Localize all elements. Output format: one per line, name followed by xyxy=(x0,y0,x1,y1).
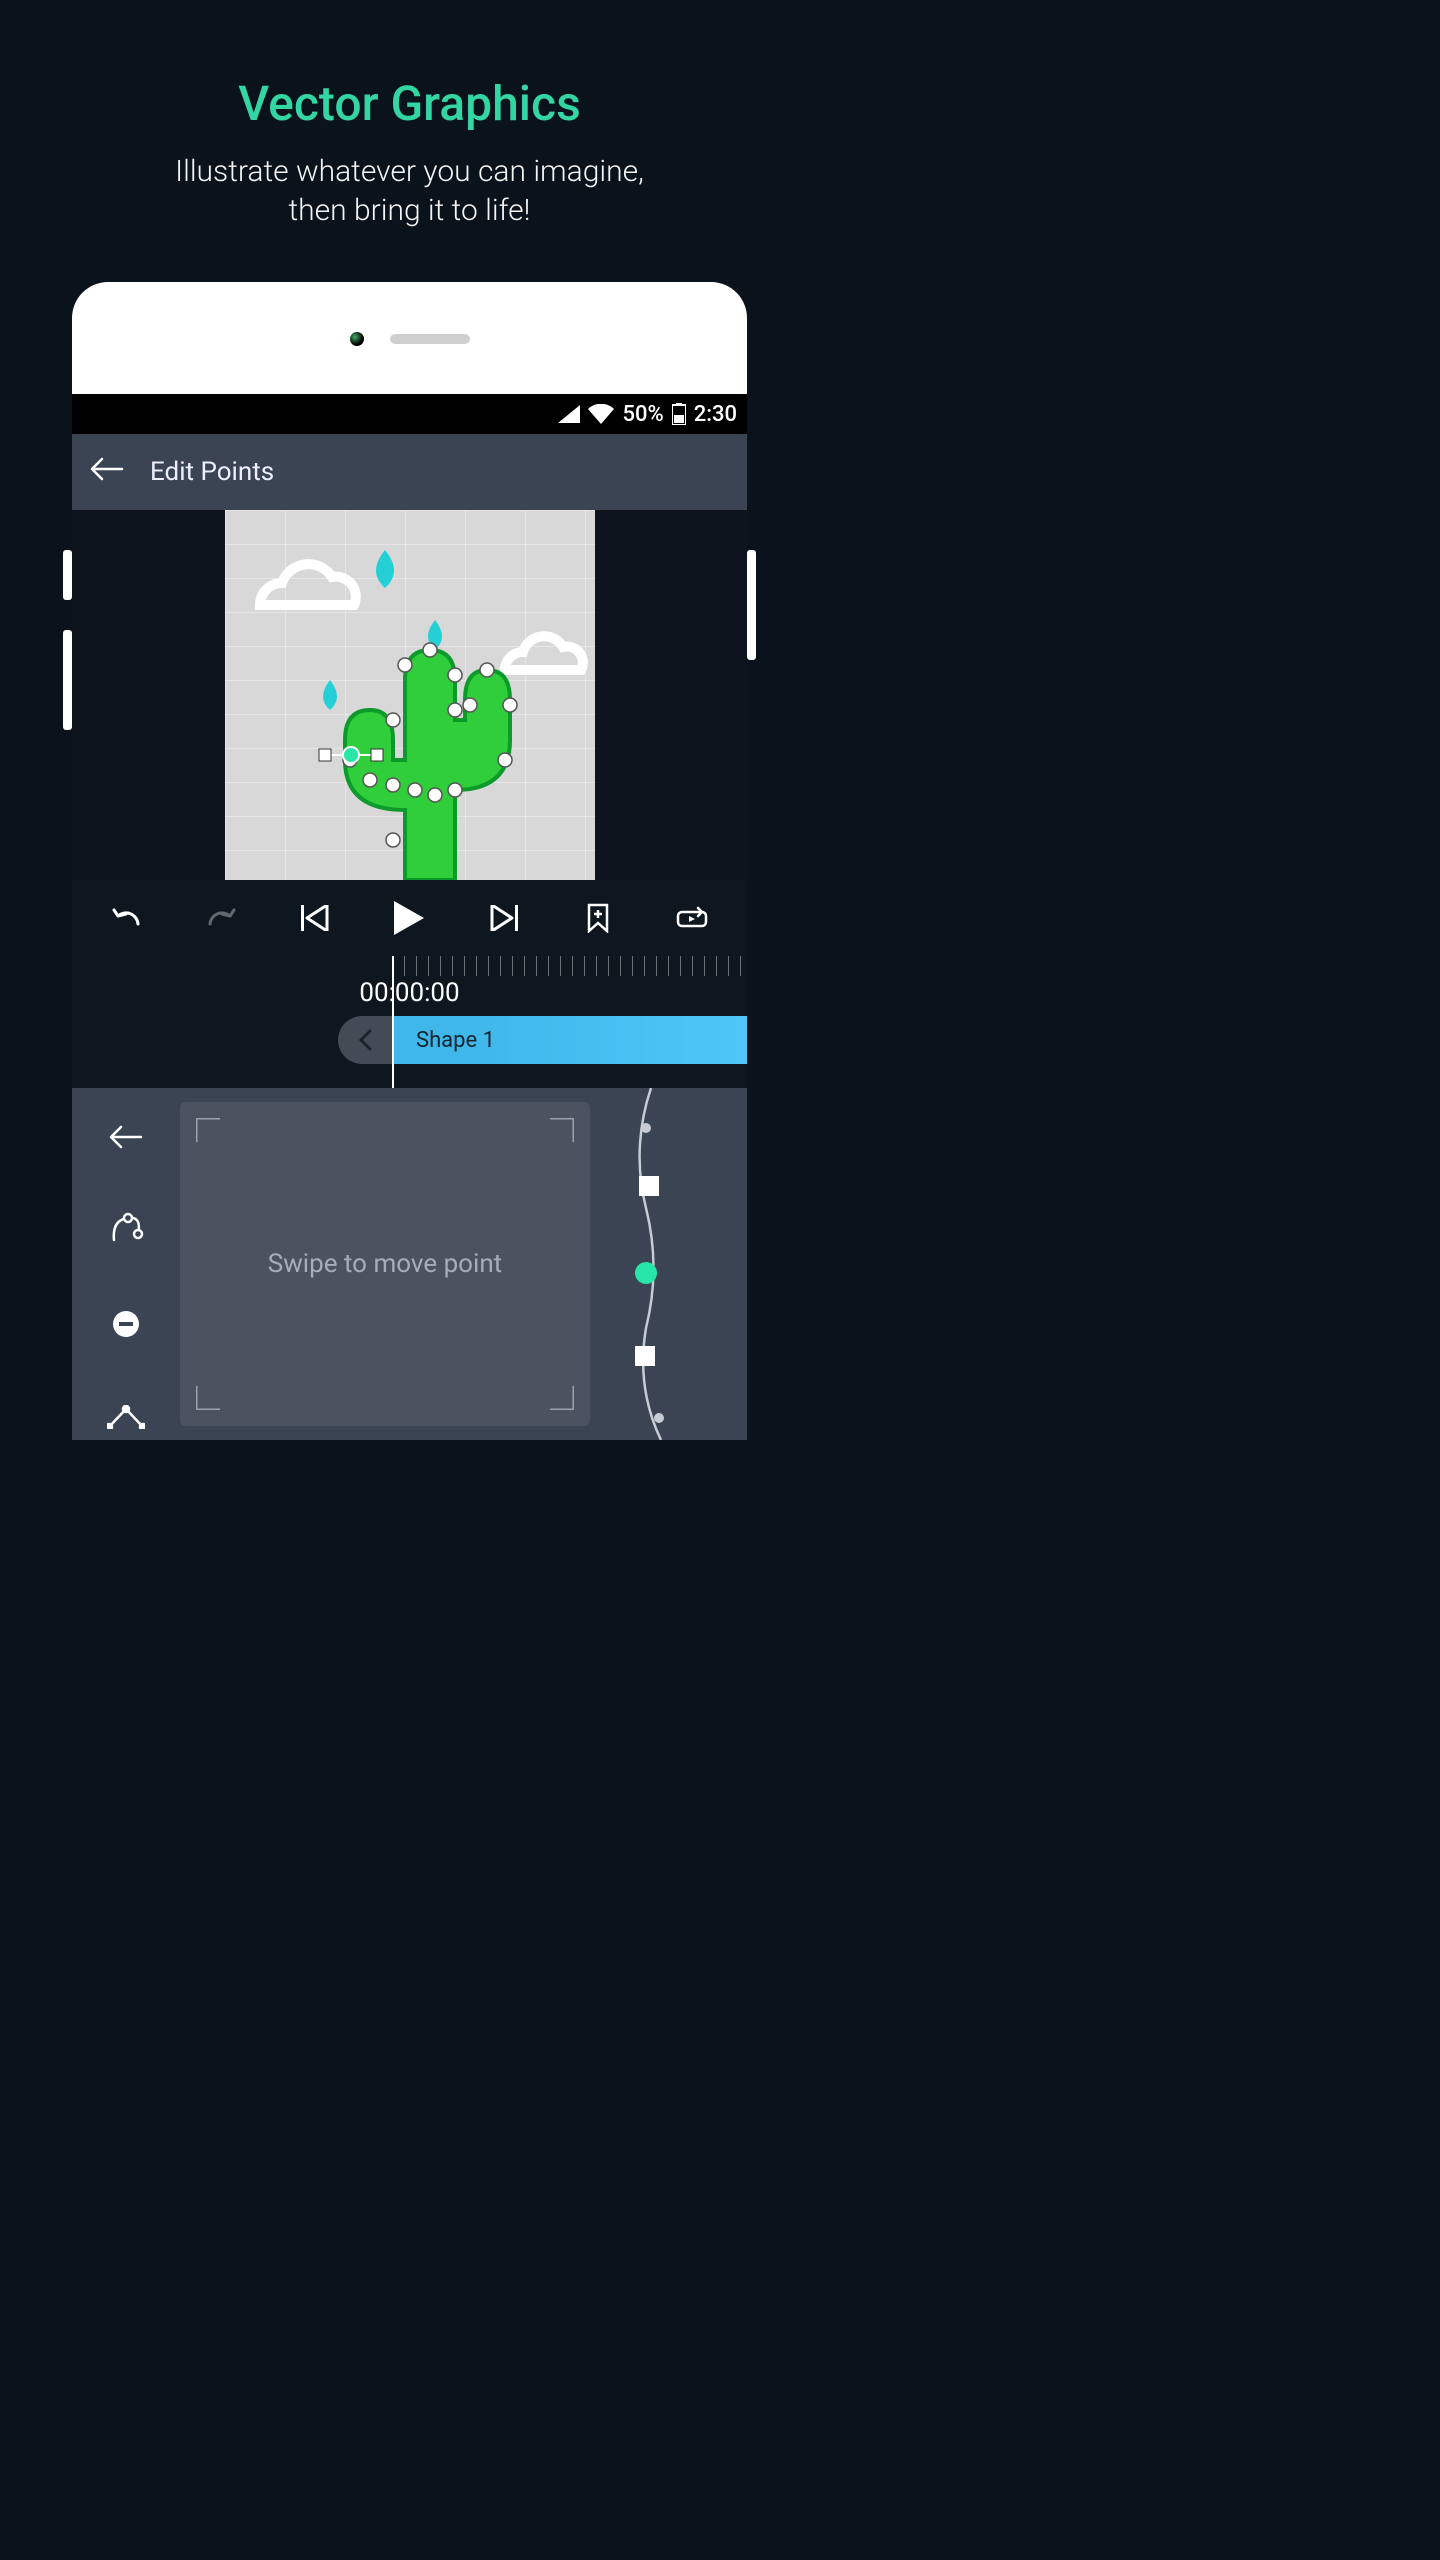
device-button-right xyxy=(747,550,756,660)
path-handle xyxy=(639,1176,659,1196)
app-screen: 50% 2:30 Edit Points xyxy=(72,394,747,1440)
transport-bar xyxy=(72,880,747,956)
device-button-left-1 xyxy=(63,550,72,600)
front-camera xyxy=(350,332,364,346)
wifi-icon xyxy=(588,404,614,424)
timecode: 00:00:00 xyxy=(359,978,459,1008)
canvas-area[interactable] xyxy=(72,510,747,880)
device-frame: 50% 2:30 Edit Points xyxy=(72,282,747,1440)
move-point-pad[interactable]: Swipe to move point xyxy=(180,1102,590,1426)
timeline-ruler[interactable] xyxy=(392,956,747,976)
play-button[interactable] xyxy=(381,890,437,946)
editor-title-bar: Edit Points xyxy=(72,434,747,510)
canvas[interactable] xyxy=(225,510,595,880)
point-tool-column xyxy=(72,1088,180,1440)
redo-button[interactable] xyxy=(193,890,249,946)
clock: 2:30 xyxy=(694,402,737,427)
clip-prev-button[interactable] xyxy=(338,1016,392,1064)
playhead[interactable] xyxy=(392,956,394,1088)
curve-path-tool[interactable] xyxy=(98,1208,154,1254)
promo-subtitle: Illustrate whatever you can imagine, the… xyxy=(0,152,819,230)
path-selected-point xyxy=(635,1262,657,1284)
device-hardware xyxy=(350,332,470,346)
point-editor-panel: Swipe to move point xyxy=(72,1088,747,1440)
status-bar: 50% 2:30 xyxy=(72,394,747,434)
corner-point-tool[interactable] xyxy=(98,1395,154,1441)
selected-point xyxy=(343,747,359,763)
pad-hint: Swipe to move point xyxy=(268,1249,502,1279)
speaker-grille xyxy=(390,334,470,344)
loop-button[interactable] xyxy=(664,890,720,946)
next-keyframe-button[interactable] xyxy=(476,890,532,946)
remove-point-tool[interactable] xyxy=(98,1301,154,1347)
cactus-shape xyxy=(345,650,510,880)
clip-label: Shape 1 xyxy=(416,1028,495,1053)
path-preview-column[interactable] xyxy=(591,1088,747,1440)
timeline-clip[interactable]: Shape 1 xyxy=(392,1016,747,1064)
timeline[interactable]: 00:00:00 Shape 1 xyxy=(72,956,747,1088)
back-icon[interactable] xyxy=(90,457,124,488)
editor-title: Edit Points xyxy=(150,457,274,487)
battery-percent: 50% xyxy=(622,402,663,427)
cell-signal-icon xyxy=(558,405,580,423)
path-handle xyxy=(635,1346,655,1366)
undo-button[interactable] xyxy=(99,890,155,946)
battery-icon xyxy=(672,403,686,425)
editor-back-button[interactable] xyxy=(98,1114,154,1160)
device-button-left-2 xyxy=(63,630,72,730)
add-bookmark-button[interactable] xyxy=(570,890,626,946)
prev-keyframe-button[interactable] xyxy=(287,890,343,946)
promo-title: Vector Graphics xyxy=(0,75,819,132)
